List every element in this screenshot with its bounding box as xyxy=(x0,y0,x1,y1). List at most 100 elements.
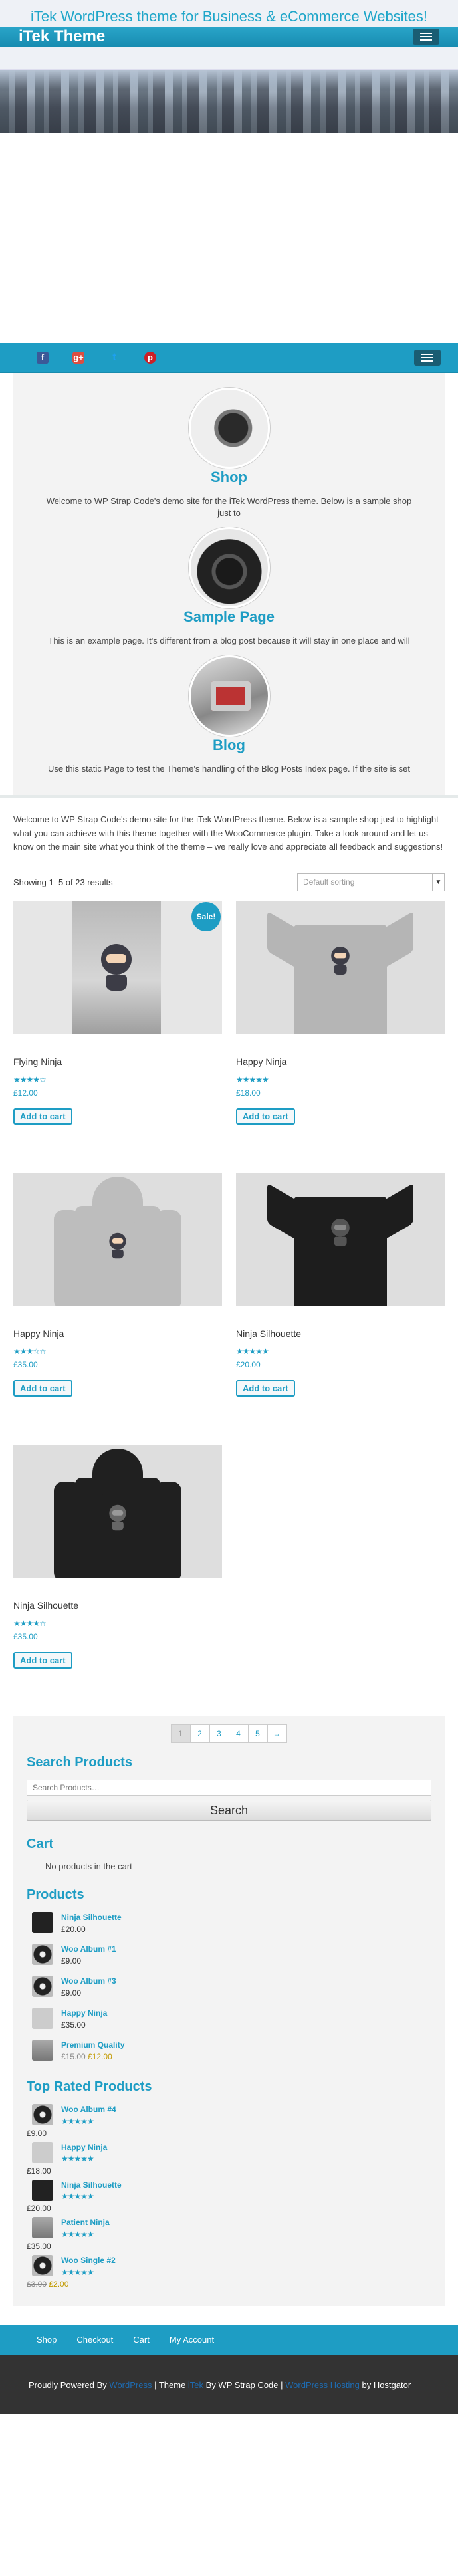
add-to-cart-button[interactable]: Add to cart xyxy=(13,1108,72,1125)
page-link[interactable]: 4 xyxy=(228,1724,249,1744)
next-page-arrow-icon[interactable]: → xyxy=(267,1724,287,1744)
social-icons: f g+ t p xyxy=(37,351,156,364)
header-image xyxy=(0,70,458,133)
feature-image[interactable] xyxy=(188,388,270,469)
sort-select[interactable]: Default sorting ▼ xyxy=(297,873,445,892)
chevron-down-icon: ▼ xyxy=(432,874,444,891)
product-image[interactable] xyxy=(236,901,445,1034)
product-thumbnail[interactable] xyxy=(32,2008,53,2030)
product-thumbnail[interactable] xyxy=(32,1976,53,1998)
product-title[interactable]: Ninja Silhouette xyxy=(13,1600,222,1611)
pinterest-icon[interactable]: p xyxy=(144,351,156,364)
footer-hosting-link[interactable]: WordPress Hosting xyxy=(285,2380,360,2390)
footer-nav: Shop Checkout Cart My Account xyxy=(0,2325,458,2355)
feature-image[interactable] xyxy=(188,527,270,609)
footer-itek-link[interactable]: iTek xyxy=(188,2380,203,2390)
product-thumbnail[interactable] xyxy=(32,2255,53,2277)
sidebar-product-link[interactable]: Woo Album #3 xyxy=(61,1976,116,1987)
product-thumbnail[interactable] xyxy=(32,2217,53,2239)
add-to-cart-button[interactable]: Add to cart xyxy=(236,1108,295,1125)
product-image[interactable] xyxy=(236,1173,445,1306)
add-to-cart-button[interactable]: Add to cart xyxy=(236,1380,295,1397)
product-image[interactable] xyxy=(13,1445,222,1578)
product-thumbnail[interactable] xyxy=(32,2104,53,2126)
product-image[interactable] xyxy=(13,1173,222,1306)
top-rated-price: £20.00 xyxy=(27,2204,51,2214)
top-rated-link[interactable]: Woo Album #4 xyxy=(61,2104,116,2115)
add-to-cart-button[interactable]: Add to cart xyxy=(13,1380,72,1397)
sale-price: £2.00 xyxy=(49,2280,69,2289)
result-count: Showing 1–5 of 23 results xyxy=(13,877,113,887)
feature-text: Use this static Page to test the Theme's… xyxy=(48,763,410,774)
top-rated-price: £35.00 xyxy=(27,2242,51,2252)
sidebar-product-link[interactable]: Woo Album #1 xyxy=(61,1944,116,1955)
footer-nav-link[interactable]: Shop xyxy=(37,2335,57,2345)
current-price: £35.00 xyxy=(13,1360,38,1370)
social-navbar: f g+ t p xyxy=(0,343,458,373)
search-input[interactable] xyxy=(27,1780,431,1796)
top-rated-link[interactable]: Ninja Silhouette xyxy=(61,2180,122,2191)
product-title[interactable]: Happy Ninja xyxy=(13,1328,222,1339)
product-card: Ninja Silhouette ★★★★☆ £35.00 Add to cart xyxy=(13,1445,222,1669)
product-card: Sale! Flying Ninja ★★★★☆ £12.00 Add to cart xyxy=(13,901,222,1125)
facebook-icon[interactable]: f xyxy=(37,351,49,364)
product-info: Woo Album #4 ★★★★★ xyxy=(61,2104,116,2127)
site-title-link[interactable]: iTek WordPress theme for Business & eCom… xyxy=(24,4,434,29)
sidebar-product-item: Woo Album #1 £9.00 xyxy=(27,1944,431,1969)
star-rating: ★★★★★ xyxy=(61,2154,94,2164)
feature-block: Sample Page This is an example page. It's… xyxy=(13,519,445,647)
top-rated-link[interactable]: Woo Single #2 xyxy=(61,2255,116,2266)
page-link[interactable]: 2 xyxy=(189,1724,210,1744)
product-info: Woo Album #3 £9.00 xyxy=(61,1976,116,1999)
twitter-icon[interactable]: t xyxy=(108,352,120,364)
sidebar-product-link[interactable]: Happy Ninja xyxy=(61,2008,107,2019)
googleplus-icon[interactable]: g+ xyxy=(72,351,84,364)
product-thumbnail[interactable] xyxy=(32,1944,53,1966)
brand-link[interactable]: iTek Theme xyxy=(19,27,105,46)
sidebar-product-link[interactable]: Premium Quality xyxy=(61,2040,124,2051)
sidebar-product-link[interactable]: Ninja Silhouette xyxy=(61,1912,122,1923)
top-rated-item: Happy Ninja ★★★★★ £18.00 xyxy=(27,2141,431,2176)
product-image[interactable] xyxy=(13,901,222,1034)
product-price: £35.00 xyxy=(13,1632,222,1641)
product-thumbnail[interactable] xyxy=(32,2040,53,2061)
star-rating: ★★★★★ xyxy=(61,2229,94,2239)
star-rating: ★★★★★ xyxy=(61,2116,94,2126)
star-rating: ★★★★☆ xyxy=(13,1075,47,1085)
footer-nav-link[interactable]: My Account xyxy=(170,2335,214,2345)
product-title[interactable]: Ninja Silhouette xyxy=(236,1328,445,1339)
feature-block: Blog Use this static Page to test the The… xyxy=(13,647,445,775)
secondary-menu-toggle-button[interactable] xyxy=(414,349,441,366)
menu-toggle-button[interactable] xyxy=(413,29,439,45)
feature-image[interactable] xyxy=(188,655,270,737)
footer-by: By WP Strap Code | xyxy=(203,2380,286,2391)
product-thumbnail[interactable] xyxy=(32,2179,53,2201)
footer-nav-link[interactable]: Cart xyxy=(133,2335,150,2345)
top-rated-link[interactable]: Patient Ninja xyxy=(61,2217,110,2228)
sidebar-product-item: Happy Ninja £35.00 xyxy=(27,2008,431,2033)
star-rating: ★★★★★ xyxy=(61,2267,94,2277)
shop-intro: Welcome to WP Strap Code's demo site for… xyxy=(13,798,445,855)
product-info: Premium Quality £15.00 £12.00 xyxy=(61,2040,124,2063)
feature-title-link[interactable]: Sample Page xyxy=(183,608,275,625)
product-thumbnail[interactable] xyxy=(32,2141,53,2163)
product-title[interactable]: Happy Ninja xyxy=(236,1056,445,1067)
top-rated-widget: Top Rated Products Woo Album #4 ★★★★★ £9.0… xyxy=(13,2079,445,2289)
page-link[interactable]: 5 xyxy=(247,1724,268,1744)
product-info: Happy Ninja ★★★★★ xyxy=(61,2142,107,2165)
product-thumbnail[interactable] xyxy=(32,1912,53,1934)
product-title[interactable]: Flying Ninja xyxy=(13,1056,222,1067)
feature-title-link[interactable]: Blog xyxy=(213,737,245,753)
sidebar-product-price: £20.00 xyxy=(61,1924,86,1934)
page-link[interactable]: 3 xyxy=(209,1724,229,1744)
product-info: Ninja Silhouette £20.00 xyxy=(61,1912,122,1935)
product-grid: Sale! Flying Ninja ★★★★☆ £12.00 Add to cart H… xyxy=(13,901,445,1716)
footer-nav-link[interactable]: Checkout xyxy=(76,2335,113,2345)
page-link[interactable]: 1 xyxy=(170,1724,191,1744)
top-rated-link[interactable]: Happy Ninja xyxy=(61,2142,107,2153)
add-to-cart-button[interactable]: Add to cart xyxy=(13,1652,72,1669)
search-button[interactable]: Search xyxy=(27,1800,431,1821)
product-info: Woo Single #2 ★★★★★ xyxy=(61,2255,116,2278)
footer-wordpress-link[interactable]: WordPress xyxy=(109,2380,152,2390)
feature-title-link[interactable]: Shop xyxy=(211,469,247,485)
